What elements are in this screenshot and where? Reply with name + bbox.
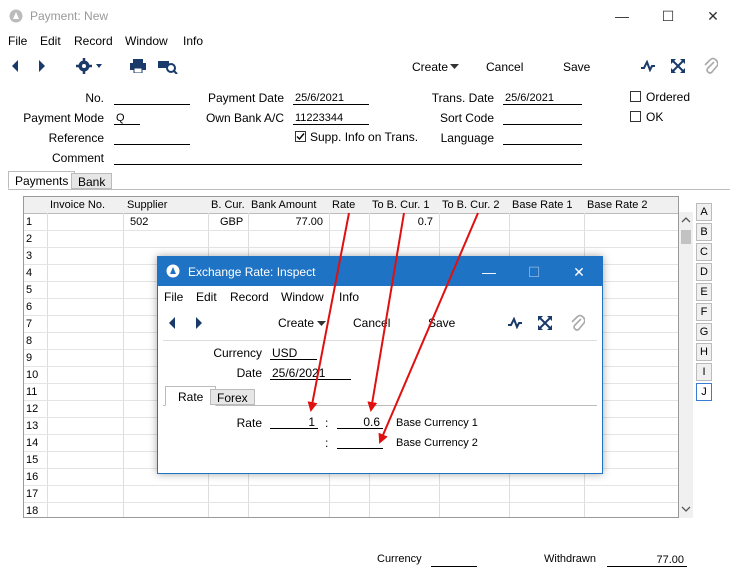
arrow-bcur2-to-base2 bbox=[378, 212, 479, 444]
arrow-rate-to-rate-field bbox=[307, 212, 350, 412]
annotation-arrows bbox=[307, 212, 479, 444]
arrow-bcur1-to-base1 bbox=[367, 212, 405, 412]
